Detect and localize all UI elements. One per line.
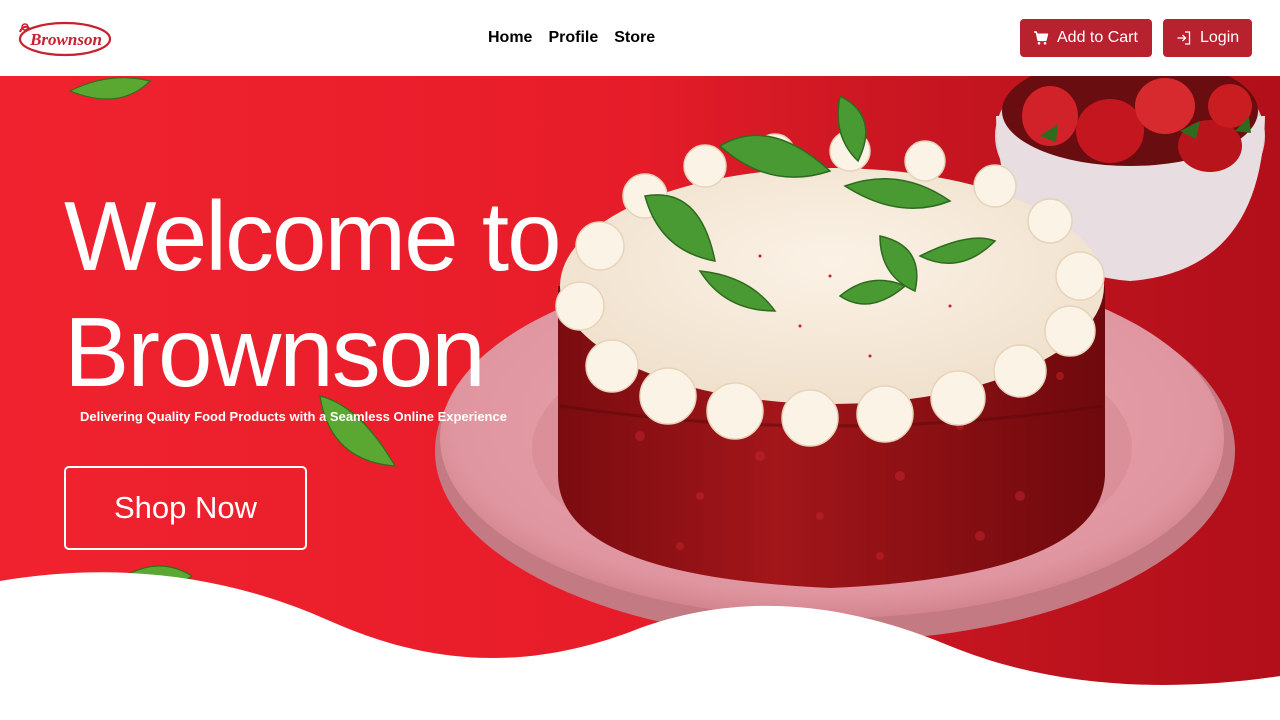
brownson-logo-image: Brownson (18, 21, 112, 57)
nav-home-link[interactable]: Home (488, 28, 532, 48)
nav-store-link[interactable]: Store (614, 28, 655, 48)
add-to-cart-label: Add to Cart (1057, 29, 1138, 46)
login-button[interactable]: Login (1163, 19, 1252, 57)
hero-title-line-2: Brownson (64, 297, 486, 407)
hero-title-line-1: Welcome to (64, 181, 562, 291)
login-icon (1176, 30, 1192, 46)
login-label: Login (1200, 29, 1240, 46)
cart-icon (1033, 30, 1049, 46)
hero-subtitle: Delivering Quality Food Products with a … (80, 409, 507, 424)
svg-text:Brownson: Brownson (29, 30, 102, 49)
shop-now-button[interactable]: Shop Now (64, 466, 307, 550)
brand-logo[interactable]: Brownson (14, 16, 112, 60)
hero-title: Welcome to Brownson (64, 178, 624, 410)
hero-section: Welcome to Brownson Delivering Quality F… (0, 76, 1280, 720)
navbar: Brownson Home Profile Store Add to Cart … (0, 0, 1280, 76)
nav-profile-link[interactable]: Profile (548, 28, 598, 48)
add-to-cart-button[interactable]: Add to Cart (1020, 19, 1152, 57)
main-nav: Home Profile Store (488, 28, 655, 48)
